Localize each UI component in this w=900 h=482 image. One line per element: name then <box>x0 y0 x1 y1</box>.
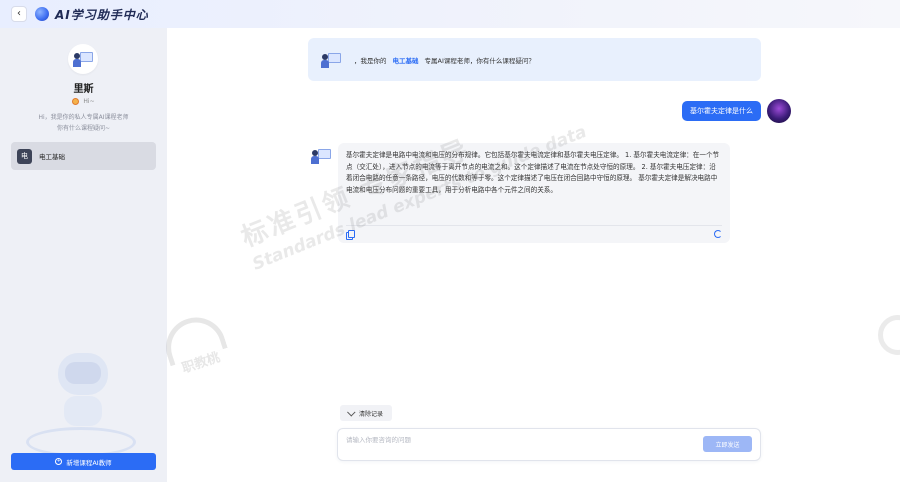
teacher-name: 里斯 <box>73 84 94 95</box>
chat-area: ，我是你的 电工基础 专属AI课程老师，你有什么课程疑问？ 基尔霍夫定律是什么 基尔… <box>167 28 900 482</box>
teacher-description: Hi，我是你的私人专属AI课程老师 你有什么课程疑问~ <box>10 112 157 134</box>
welcome-card: ，我是你的 电工基础 专属AI课程老师，你有什么课程疑问？ <box>308 38 761 81</box>
user-message-bubble: 基尔霍夫定律是什么 <box>682 101 761 121</box>
teacher-avatar <box>68 44 98 74</box>
welcome-suffix: 专属AI课程老师，你有什么课程疑问？ <box>424 56 535 65</box>
teacher-icon <box>321 51 341 69</box>
sidebar-item-course[interactable]: 电 电工基础 <box>11 142 156 170</box>
teacher-status: Hi~ <box>0 98 167 105</box>
user-message-row: 基尔霍夫定律是什么 <box>682 99 791 123</box>
clear-history-button[interactable]: 清除记录 <box>340 405 393 421</box>
app-logo-icon <box>35 7 49 21</box>
ai-message-toolbar <box>346 225 722 240</box>
welcome-message: ，我是你的 电工基础 专属AI课程老师，你有什么课程疑问？ <box>354 55 535 65</box>
broom-icon <box>347 408 356 417</box>
teacher-status-text: Hi~ <box>83 98 95 105</box>
ai-message-text: 基尔霍夫定律是电路中电流和电压的分布规律。它包括基尔霍夫电流定律和基尔霍夫电压定… <box>346 151 720 194</box>
send-button[interactable]: 立即发送 <box>703 436 752 452</box>
sidebar: 里斯 Hi~ Hi，我是你的私人专属AI课程老师 你有什么课程疑问~ 电 电工基… <box>0 28 167 482</box>
add-ai-teacher-label: 新增课程AI教师 <box>66 458 112 467</box>
ai-teacher-avatar <box>318 48 344 72</box>
course-badge: 电 <box>17 148 32 164</box>
copy-icon[interactable] <box>346 229 355 240</box>
teacher-icon <box>311 147 331 165</box>
message-input[interactable] <box>346 434 686 454</box>
teacher-description-line-1: Hi，我是你的私人专属AI课程老师 <box>38 114 129 121</box>
chevron-left-icon: ‹ <box>17 8 21 19</box>
ai-teacher-avatar <box>308 145 334 167</box>
app-header: ‹ AI学习助手中心 <box>0 0 900 28</box>
clear-history-label: 清除记录 <box>359 410 384 418</box>
user-avatar <box>767 99 791 123</box>
teacher-icon <box>73 50 93 68</box>
sidebar-item-label: 电工基础 <box>39 153 65 161</box>
refresh-icon[interactable] <box>714 229 722 238</box>
teacher-description-line-2: 你有什么课程疑问~ <box>56 125 111 132</box>
message-input-box: 立即发送 <box>337 428 761 461</box>
welcome-course-name: 电工基础 <box>392 56 419 65</box>
welcome-prefix: ，我是你的 <box>354 56 387 65</box>
chat-plus-icon: + <box>55 458 63 465</box>
ai-message-bubble: 基尔霍夫定律是电路中电流和电压的分布规律。它包括基尔霍夫电流定律和基尔霍夫电压定… <box>338 143 730 243</box>
smile-emoji-icon <box>72 98 80 105</box>
add-ai-teacher-button[interactable]: + 新增课程AI教师 <box>11 453 156 470</box>
back-button[interactable]: ‹ <box>11 6 27 22</box>
app-title: AI学习助手中心 <box>55 7 149 22</box>
robot-illustration-icon <box>16 328 146 463</box>
